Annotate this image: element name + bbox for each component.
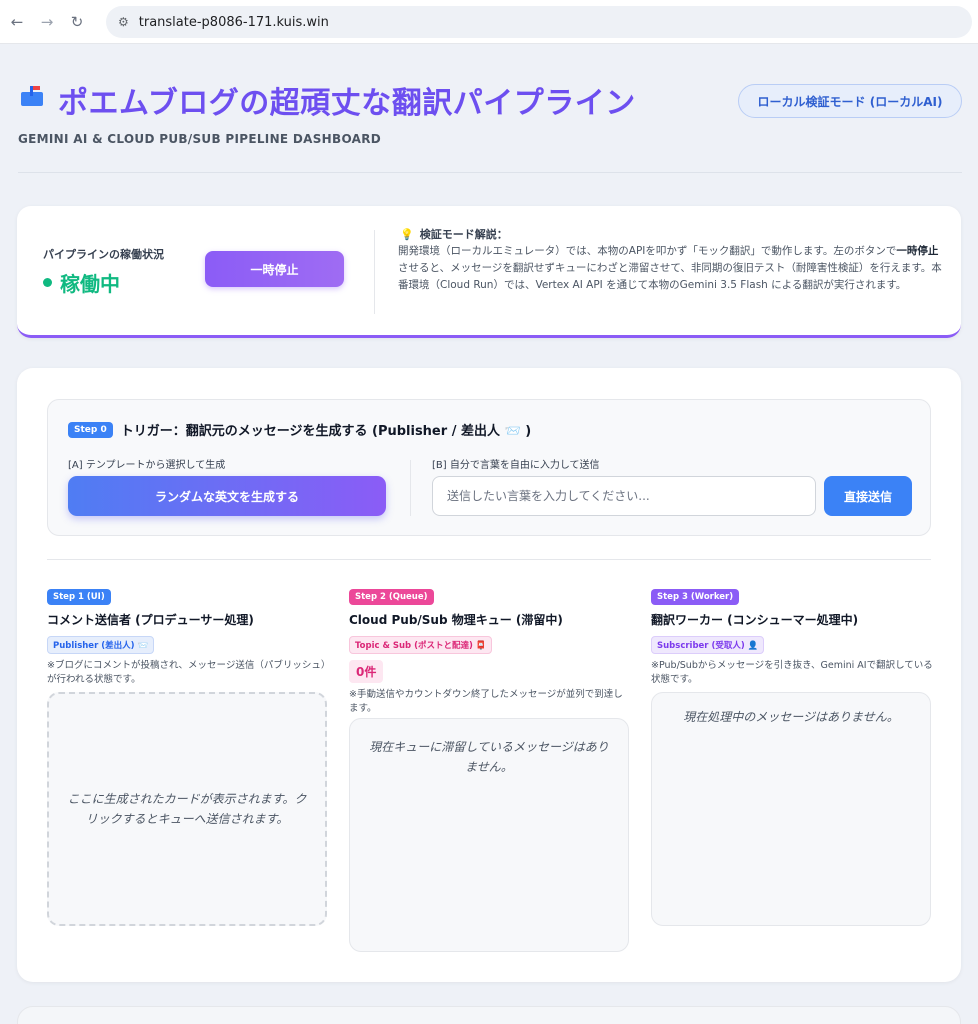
- reload-icon[interactable]: ↻: [66, 11, 88, 33]
- worker-processing-area: 現在処理中のメッセージはありません。: [651, 692, 931, 926]
- status-dot-icon: [43, 278, 52, 287]
- status-card: パイプラインの稼働状況 稼働中 一時停止 💡 検証モード解説： 開発環境（ローカ…: [17, 206, 961, 338]
- pipeline-status-label: パイプラインの稼働状況: [43, 248, 164, 261]
- back-icon[interactable]: ←: [6, 11, 28, 33]
- info-text-part1: 開発環境（ローカルエミュレータ）では、本物のAPIを叩かず「モック翻訳」で動作し…: [398, 245, 897, 257]
- step1-badge: Step 1 (UI): [47, 589, 111, 605]
- forward-icon[interactable]: →: [36, 11, 58, 33]
- step3-badge: Step 3 (Worker): [651, 589, 740, 605]
- info-text: 開発環境（ローカルエミュレータ）では、本物のAPIを叩かず「モック翻訳」で動作し…: [398, 243, 946, 294]
- info-text-part2: させると、メッセージを翻訳せずキューにわざと滞留させて、非同期の復旧テスト（耐障…: [398, 262, 942, 291]
- worker-column: Step 3 (Worker) 翻訳ワーカー (コンシューマー処理中) Subs…: [651, 584, 933, 687]
- subscriber-tag: Subscriber (受取人) 👤: [651, 636, 765, 654]
- option-a-label: [A] テンプレートから選択して生成: [68, 460, 226, 471]
- step3-note: ※Pub/Subからメッセージを引き抜き、Gemini AIで翻訳している状態で…: [651, 660, 933, 685]
- queue-column: Step 2 (Queue) Cloud Pub/Sub 物理キュー (滞留中)…: [349, 584, 631, 716]
- step0-badge: Step 0: [68, 421, 113, 438]
- option-b-label: [B] 自分で言葉を自由に入力して送信: [432, 460, 600, 471]
- browser-toolbar: ← → ↻ ⚙ translate-p8086-171.kuis.win: [0, 0, 978, 44]
- queue-messages-area: 現在キューに滞留しているメッセージはありません。: [349, 718, 629, 952]
- publisher-tag: Publisher (差出人) 📨: [47, 636, 155, 654]
- generate-random-button[interactable]: ランダムな英文を生成する: [68, 476, 386, 516]
- step0-title: トリガー：翻訳元のメッセージを生成する (Publisher / 差出人 📨 ): [120, 424, 532, 439]
- step1-title: コメント送信者 (プロデューサー処理): [47, 613, 254, 627]
- step2-badge: Step 2 (Queue): [349, 589, 434, 605]
- url-text: translate-p8086-171.kuis.win: [138, 14, 329, 30]
- mode-badge[interactable]: ローカル検証モード (ローカルAI): [738, 84, 962, 118]
- status-text: 稼働中: [60, 272, 120, 296]
- pipeline-card: Step 0 トリガー：翻訳元のメッセージを生成する (Publisher / …: [17, 368, 961, 982]
- step3-title: 翻訳ワーカー (コンシューマー処理中): [651, 613, 859, 627]
- topic-sub-tag: Topic & Sub (ポストと配達) 📮: [349, 636, 493, 654]
- generated-cards-area[interactable]: ここに生成されたカードが表示されます。クリックするとキューへ送信されます。: [47, 692, 327, 926]
- message-input[interactable]: [432, 476, 816, 516]
- direct-send-button[interactable]: 直接送信: [824, 476, 912, 516]
- lightbulb-icon: 💡: [400, 227, 414, 241]
- info-title: 💡 検証モード解説：: [400, 226, 508, 242]
- step0-header: Step 0 トリガー：翻訳元のメッセージを生成する (Publisher / …: [68, 420, 531, 439]
- queue-count-badge: 0件: [349, 660, 384, 683]
- pause-button[interactable]: 一時停止: [205, 251, 344, 287]
- info-title-text: 検証モード解説：: [419, 228, 508, 241]
- page-title: ポエムブログの超頑丈な翻訳パイプライン: [58, 86, 636, 121]
- option-divider: [410, 460, 411, 516]
- page-subtitle: GEMINI AI & CLOUD PUB/SUB PIPELINE DASHB…: [18, 132, 382, 146]
- step1-note: ※ブログにコメントが投稿され、メッセージ送信（パブリッシュ）が行われる状態です。: [47, 660, 326, 685]
- section-divider: [47, 559, 931, 560]
- step2-note: ※手動送信やカウントダウン終了したメッセージが並列で到達します。: [349, 689, 623, 714]
- step0-panel: Step 0 トリガー：翻訳元のメッセージを生成する (Publisher / …: [47, 399, 931, 536]
- status-divider: [374, 230, 375, 314]
- pipeline-status-value: 稼働中: [43, 268, 120, 297]
- address-bar[interactable]: ⚙ translate-p8086-171.kuis.win: [106, 6, 972, 38]
- bottom-card: [17, 1006, 961, 1024]
- header-divider: [18, 172, 962, 173]
- producer-column: Step 1 (UI) コメント送信者 (プロデューサー処理) Publishe…: [47, 584, 329, 687]
- step2-title: Cloud Pub/Sub 物理キュー (滞留中): [349, 613, 563, 627]
- site-settings-icon[interactable]: ⚙: [118, 15, 129, 29]
- mailbox-icon: [18, 82, 48, 118]
- info-text-bold: 一時停止: [896, 245, 939, 257]
- page-header: ポエムブログの超頑丈な翻訳パイプライン: [18, 78, 636, 122]
